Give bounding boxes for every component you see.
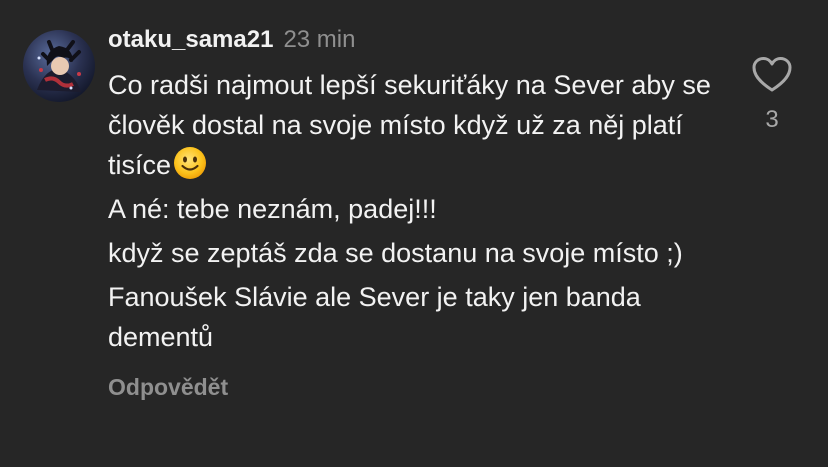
comment-paragraph: když se zeptáš zda se dostanu na svoje m… (108, 238, 683, 268)
timestamp: 23 min (283, 26, 356, 53)
slightly-smiling-face-icon (173, 146, 207, 180)
reply-button[interactable]: Odpovědět (108, 374, 728, 401)
comment-paragraph: Fanoušek Slávie ale Sever je taky jen ba… (108, 282, 641, 352)
username[interactable]: otaku_sama21 (108, 26, 273, 54)
comment-paragraph: A né: tebe neznám, padej!!! (108, 194, 437, 224)
comment-body: otaku_sama21 23 min Co radši najmout lep… (108, 26, 728, 401)
avatar-image (37, 40, 81, 92)
comment-header: otaku_sama21 23 min (108, 26, 728, 64)
avatar[interactable] (23, 30, 95, 102)
like-count: 3 (765, 106, 779, 133)
heart-icon[interactable] (748, 52, 796, 96)
comment: otaku_sama21 23 min Co radši najmout lep… (0, 0, 828, 467)
comment-paragraph: Co radši najmout lepší sekuriťáky na Sev… (108, 65, 728, 185)
